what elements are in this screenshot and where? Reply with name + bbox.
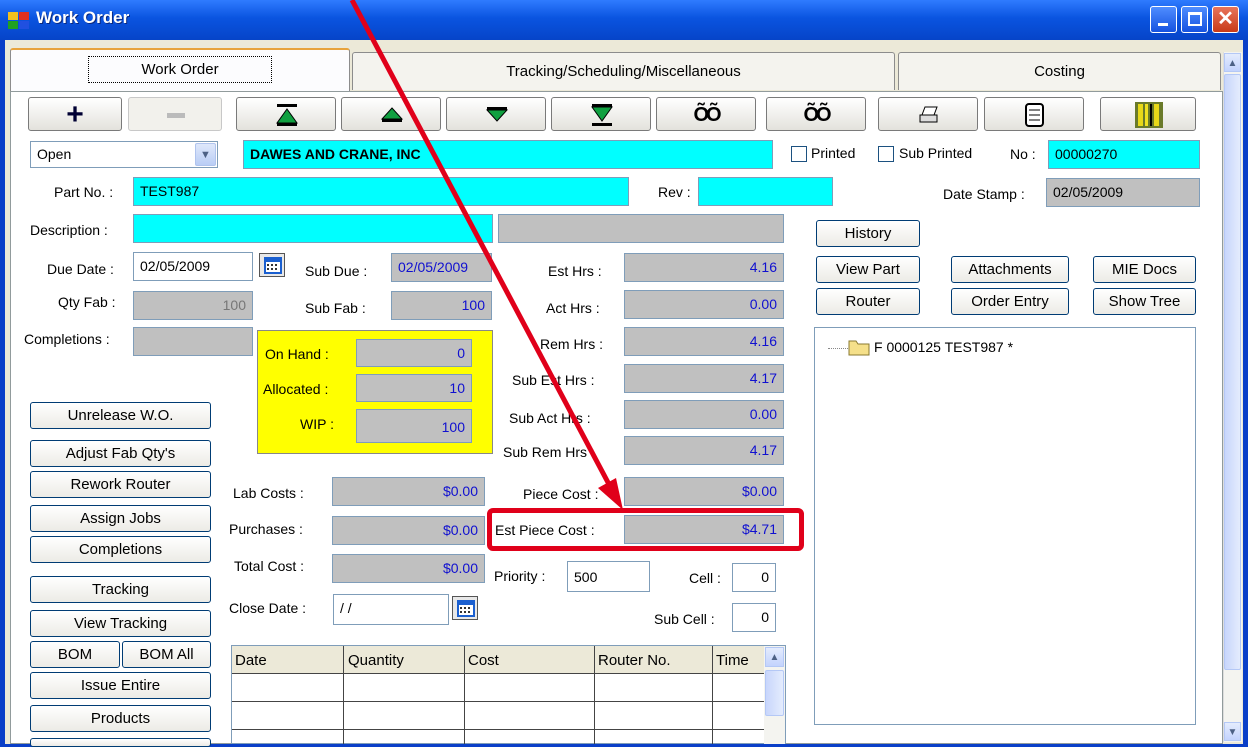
- annotation-arrow: [349, 0, 623, 510]
